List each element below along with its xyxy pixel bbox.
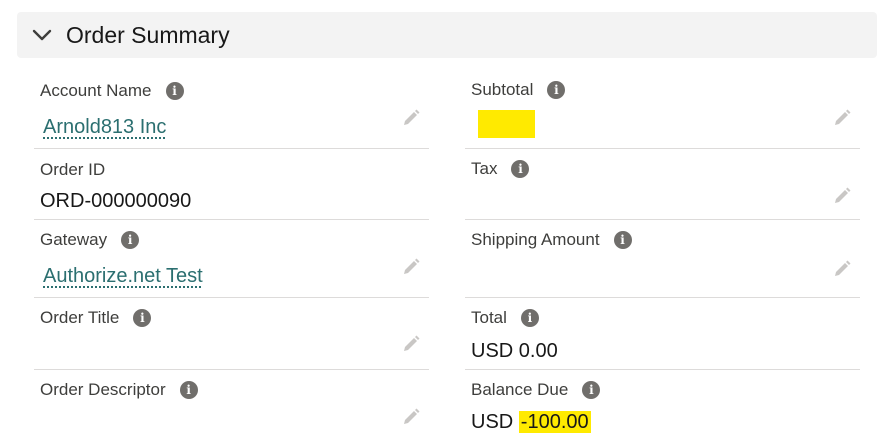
- order-summary-section-header[interactable]: Order Summary: [17, 12, 877, 58]
- divider: [465, 369, 860, 370]
- order-id-value: ORD-000000090: [40, 190, 192, 212]
- info-icon[interactable]: i: [179, 381, 198, 399]
- info-icon[interactable]: i: [511, 160, 530, 178]
- field-label: Subtotal: [471, 80, 534, 99]
- info-icon[interactable]: i: [547, 81, 566, 99]
- field-subtotal: Subtotal i: [465, 79, 860, 149]
- field-label: Tax: [471, 159, 498, 178]
- section-title: Order Summary: [66, 22, 230, 48]
- info-icon[interactable]: i: [133, 309, 152, 327]
- field-order-descriptor: Order Descriptor i: [34, 379, 429, 441]
- field-order-id: Order ID ORD-000000090: [34, 159, 429, 220]
- divider: [465, 148, 860, 149]
- field-balance-due: Balance Due i USD -100.00: [465, 379, 860, 441]
- balance-due-amount: -100.00: [518, 411, 591, 433]
- field-gateway: Gateway i Authorize.net Test: [34, 229, 429, 298]
- pencil-edit-icon[interactable]: [832, 108, 852, 128]
- field-tax: Tax i: [465, 158, 860, 220]
- divider: [465, 219, 860, 220]
- info-icon[interactable]: i: [121, 231, 140, 249]
- total-value: USD 0.00: [471, 340, 558, 362]
- pencil-edit-icon[interactable]: [401, 257, 421, 277]
- balance-due-value: USD -100.00: [471, 409, 591, 435]
- divider: [465, 297, 860, 298]
- field-label: Total: [471, 308, 507, 327]
- divider: [34, 369, 429, 370]
- field-label: Gateway: [40, 230, 108, 249]
- divider: [34, 297, 429, 298]
- field-label: Shipping Amount: [471, 230, 600, 249]
- balance-due-currency: USD: [471, 411, 514, 433]
- account-name-link[interactable]: Arnold813 Inc: [43, 114, 166, 140]
- divider: [34, 219, 429, 220]
- field-label: Account Name: [40, 81, 152, 100]
- info-icon[interactable]: i: [613, 231, 632, 249]
- pencil-edit-icon[interactable]: [401, 334, 421, 354]
- field-total: Total i USD 0.00: [465, 307, 860, 370]
- chevron-down-icon[interactable]: [31, 26, 53, 44]
- info-icon[interactable]: i: [520, 309, 539, 327]
- pencil-edit-icon[interactable]: [832, 259, 852, 279]
- field-label: Order Title: [40, 308, 120, 327]
- subtotal-value: [478, 110, 535, 138]
- field-label: Order Descriptor: [40, 380, 166, 399]
- field-label: Order ID: [40, 160, 106, 179]
- info-icon[interactable]: i: [165, 82, 184, 100]
- gateway-link[interactable]: Authorize.net Test: [43, 263, 203, 289]
- field-shipping-amount: Shipping Amount i: [465, 229, 860, 298]
- pencil-edit-icon[interactable]: [832, 186, 852, 206]
- divider: [34, 148, 429, 149]
- pencil-edit-icon[interactable]: [401, 108, 421, 128]
- field-account-name: Account Name i Arnold813 Inc: [34, 80, 429, 149]
- field-order-title: Order Title i: [34, 307, 429, 370]
- field-label: Balance Due: [471, 380, 569, 399]
- pencil-edit-icon[interactable]: [401, 407, 421, 427]
- info-icon[interactable]: i: [582, 381, 601, 399]
